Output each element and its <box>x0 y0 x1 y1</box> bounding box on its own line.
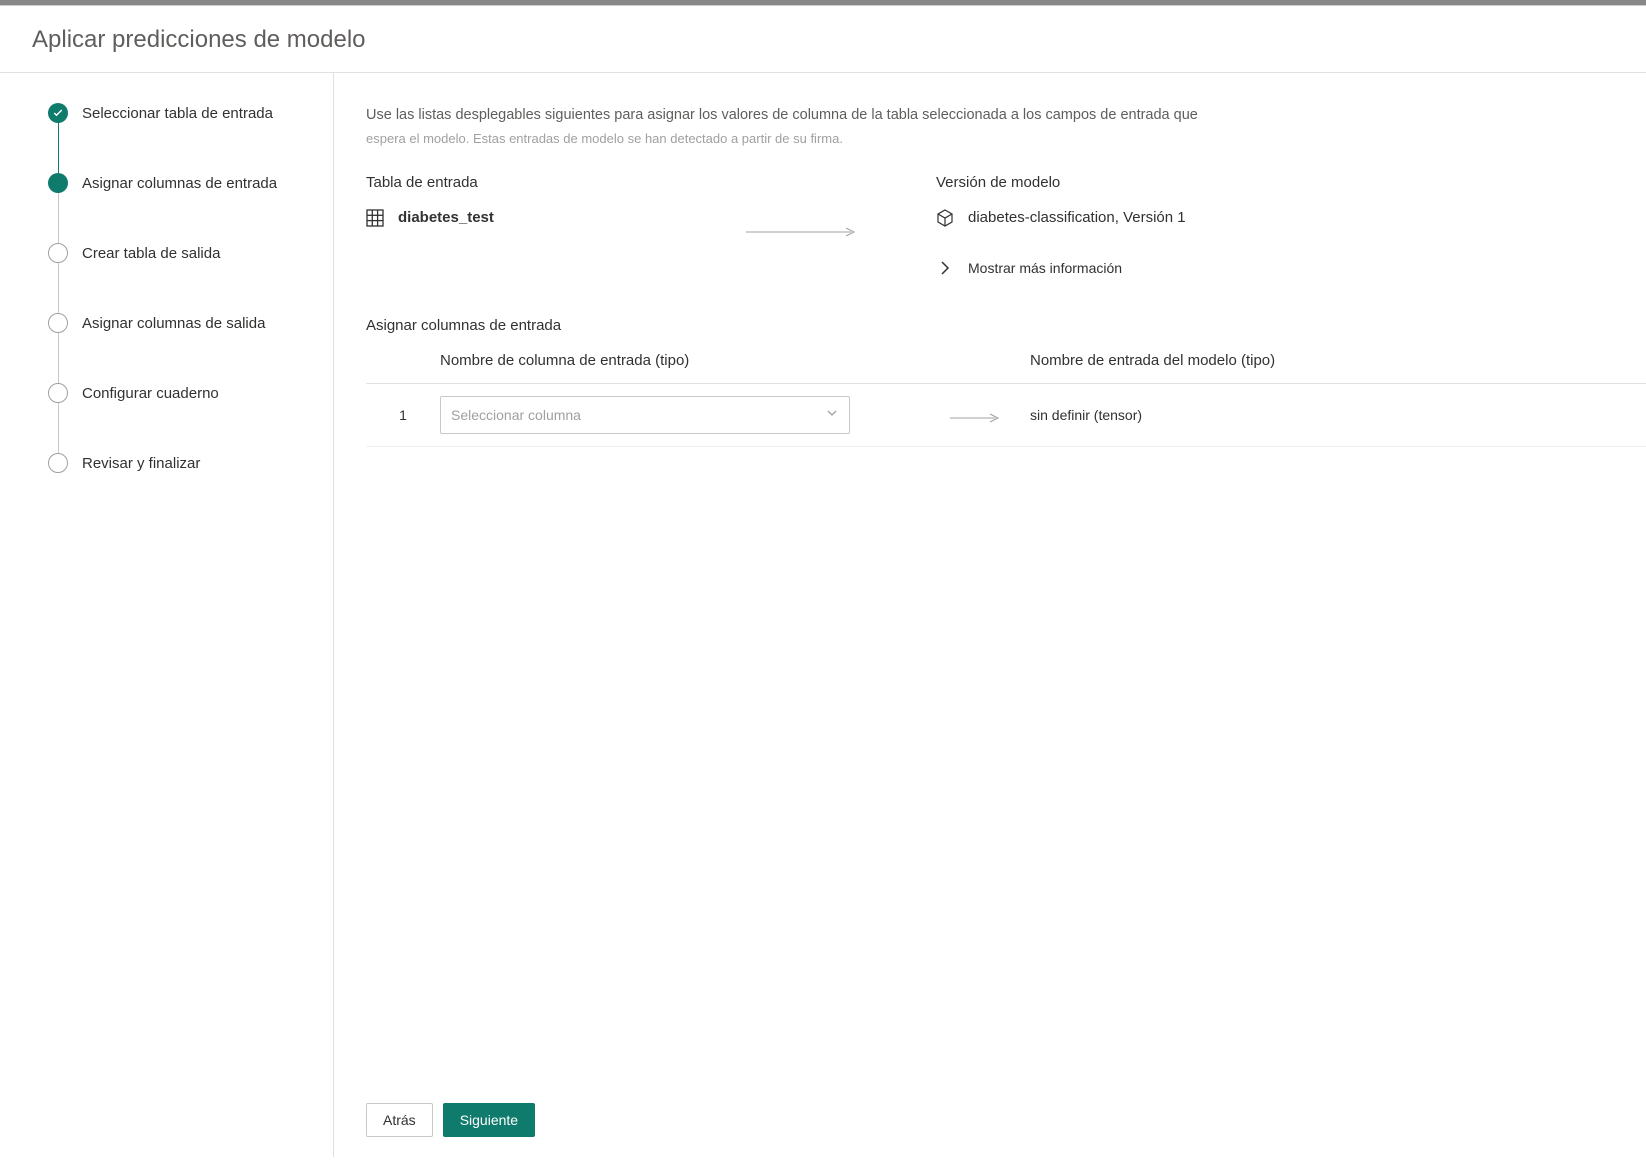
step-connector <box>58 193 59 243</box>
step-pending-icon <box>48 453 68 473</box>
col-input-name-cell: Seleccionar columna <box>440 396 950 434</box>
arrow-right-icon <box>746 224 856 234</box>
mapping-table-header: Nombre de columna de entrada (tipo) Nomb… <box>366 352 1646 384</box>
step-pending-icon <box>48 243 68 263</box>
step-create-output-table[interactable]: Crear tabla de salida <box>48 243 313 263</box>
row-number: 1 <box>366 407 440 423</box>
step-label: Revisar y finalizar <box>82 455 200 472</box>
wizard-footer: Atrás Siguiente <box>334 1082 1646 1157</box>
step-pending-icon <box>48 383 68 403</box>
step-label: Crear tabla de salida <box>82 245 220 262</box>
chevron-right-icon <box>936 259 954 277</box>
content-area: Use las listas desplegables siguientes p… <box>334 73 1646 1082</box>
step-label: Asignar columnas de salida <box>82 315 265 332</box>
step-connector <box>58 263 59 313</box>
col-model-input-header: Nombre de entrada del modelo (tipo) <box>1030 352 1646 369</box>
step-label: Seleccionar tabla de entrada <box>82 105 273 122</box>
model-version-label: Versión de modelo <box>936 174 1236 191</box>
model-version-name: diabetes-classification, Versión 1 <box>968 209 1186 226</box>
arrow-right-icon <box>950 410 1000 420</box>
step-label: Asignar columnas de entrada <box>82 175 277 192</box>
description-sub-text: espera el modelo. Estas entradas de mode… <box>366 131 1646 146</box>
cube-icon <box>936 209 954 227</box>
input-table-col: Tabla de entrada diabetes_test <box>366 174 666 277</box>
description-text: Use las listas desplegables siguientes p… <box>366 105 1646 127</box>
step-connector <box>58 333 59 383</box>
step-assign-output-columns[interactable]: Asignar columnas de salida <box>48 313 313 333</box>
mapping-table: Nombre de columna de entrada (tipo) Nomb… <box>366 352 1646 447</box>
show-more-label: Mostrar más información <box>968 260 1122 276</box>
step-select-input-table[interactable]: Seleccionar tabla de entrada <box>48 103 313 123</box>
wizard-steps-sidebar: Seleccionar tabla de entrada Asignar col… <box>0 73 334 1157</box>
input-table-value-row: diabetes_test <box>366 209 666 227</box>
col-num-header <box>366 352 440 369</box>
step-pending-icon <box>48 313 68 333</box>
select-placeholder: Seleccionar columna <box>451 407 581 423</box>
step-configure-notebook[interactable]: Configurar cuaderno <box>48 383 313 403</box>
col-input-name-header: Nombre de columna de entrada (tipo) <box>440 352 950 369</box>
table-model-summary: Tabla de entrada diabetes_test <box>366 174 1646 277</box>
model-version-value-row: diabetes-classification, Versión 1 <box>936 209 1236 227</box>
next-button[interactable]: Siguiente <box>443 1103 535 1137</box>
show-more-info[interactable]: Mostrar más información <box>936 259 1236 277</box>
dialog-header: Aplicar predicciones de modelo <box>0 6 1646 73</box>
main-content: Use las listas desplegables siguientes p… <box>334 73 1646 1157</box>
input-table-label: Tabla de entrada <box>366 174 666 191</box>
model-version-col: Versión de modelo diabetes-classificatio… <box>936 174 1236 277</box>
mapping-row: 1 Seleccionar columna <box>366 384 1646 447</box>
input-table-name: diabetes_test <box>398 209 494 226</box>
col-arrow-header <box>950 352 1030 369</box>
step-connector <box>58 123 59 173</box>
row-arrow-cell <box>950 410 1030 420</box>
back-button[interactable]: Atrás <box>366 1103 433 1137</box>
model-input-name: sin definir (tensor) <box>1030 407 1646 423</box>
table-icon <box>366 209 384 227</box>
dialog-title: Aplicar predicciones de modelo <box>32 26 1614 54</box>
step-assign-input-columns[interactable]: Asignar columnas de entrada <box>48 173 313 193</box>
mapping-section-title: Asignar columnas de entrada <box>366 317 1646 334</box>
step-label: Configurar cuaderno <box>82 385 219 402</box>
step-connector <box>58 403 59 453</box>
dialog-body: Seleccionar tabla de entrada Asignar col… <box>0 73 1646 1157</box>
step-completed-icon <box>48 103 68 123</box>
chevron-down-icon <box>825 406 839 423</box>
step-review-finish[interactable]: Revisar y finalizar <box>48 453 313 473</box>
step-active-icon <box>48 173 68 193</box>
column-select-dropdown[interactable]: Seleccionar columna <box>440 396 850 434</box>
